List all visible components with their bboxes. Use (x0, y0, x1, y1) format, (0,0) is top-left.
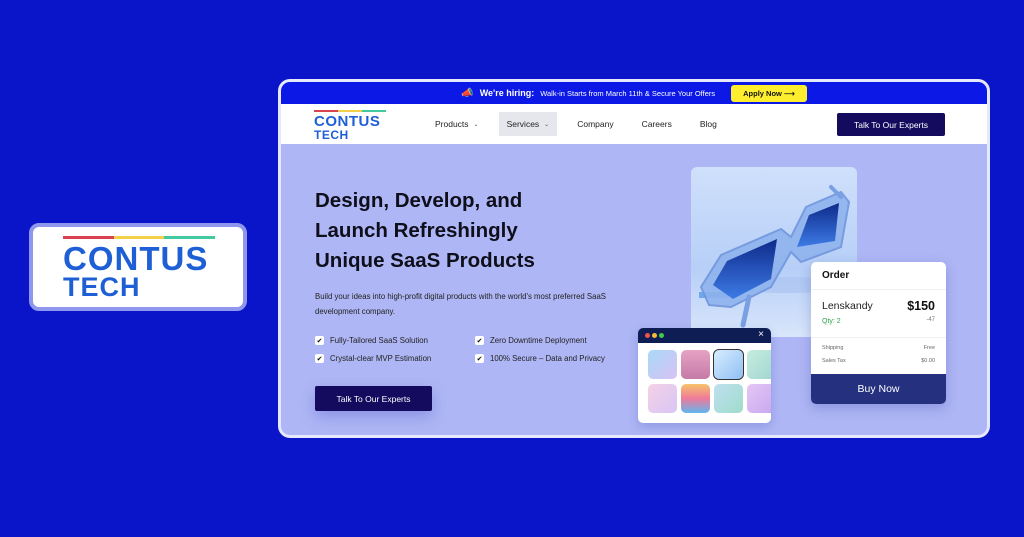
shipping-label: Shipping (822, 345, 844, 351)
logo-word-contus: CONTUS (63, 240, 209, 277)
nav-item-products[interactable]: Products ⌄ (427, 112, 487, 136)
window-titlebar: × (638, 328, 771, 343)
brand-logo-card: CONTUS TECH (29, 223, 247, 311)
close-icon[interactable]: × (758, 329, 764, 340)
checkmark-icon: ✔ (315, 354, 324, 363)
navbar: CONTUS TECH Products ⌄ Services ⌄ Compan… (281, 104, 987, 144)
feature-label: 100% Secure – Data and Privacy (490, 354, 605, 363)
nav-item-label: Company (577, 119, 614, 129)
nav-item-label: Blog (699, 119, 717, 129)
tax-row: Sales Tax $0.00 (822, 358, 935, 364)
buy-now-button[interactable]: Buy Now (811, 374, 946, 404)
feature-label: Fully-Tailored SaaS Solution (330, 336, 428, 345)
nav-item-company[interactable]: Company (569, 112, 621, 136)
nav-item-careers[interactable]: Careers (634, 112, 680, 136)
feature-item: ✔ Zero Downtime Deployment (475, 336, 635, 345)
logo-word-tech: TECH (314, 128, 349, 142)
nav-item-label: Services (506, 119, 540, 129)
logo-word-tech: TECH (63, 272, 141, 302)
nav-logo[interactable]: CONTUS TECH (314, 110, 386, 141)
window-minimize-dot[interactable] (652, 333, 657, 338)
feature-label: Crystal-clear MVP Estimation (330, 354, 432, 363)
order-title: Order (811, 262, 946, 290)
nav-talk-to-experts-button[interactable]: Talk To Our Experts (837, 113, 945, 136)
window-maximize-dot[interactable] (659, 333, 664, 338)
nav-item-services[interactable]: Services ⌄ (498, 112, 558, 136)
nav-item-label: Products (435, 119, 469, 129)
feature-item: ✔ 100% Secure – Data and Privacy (475, 354, 635, 363)
divider (811, 337, 946, 338)
website-preview-frame: 📣 We're hiring: Walk-in Starts from Marc… (278, 79, 990, 438)
tax-value: $0.00 (921, 358, 935, 364)
theme-tile-selected[interactable] (713, 349, 744, 380)
hero-talk-to-experts-button[interactable]: Talk To Our Experts (315, 386, 432, 411)
nav-item-label: Careers (641, 119, 672, 129)
order-card: Order Lenskandy $150 Qty: 2 -47 Shipping… (811, 262, 946, 404)
theme-tile[interactable] (648, 384, 677, 413)
window-close-dot[interactable] (645, 333, 650, 338)
checkmark-icon: ✔ (475, 336, 484, 345)
apply-now-button[interactable]: Apply Now ⟶ (731, 84, 807, 102)
order-quantity: Qty: 2 (822, 318, 841, 325)
feature-label: Zero Downtime Deployment (490, 336, 587, 345)
theme-tile[interactable] (747, 384, 771, 413)
theme-gallery-window: × (638, 328, 771, 423)
nav-item-blog[interactable]: Blog (692, 112, 725, 136)
announcement-bar: 📣 We're hiring: Walk-in Starts from Marc… (281, 82, 987, 104)
feature-list: ✔ Fully-Tailored SaaS Solution ✔ Zero Do… (315, 336, 635, 363)
tax-label: Sales Tax (822, 358, 846, 364)
hero-title: Design, Develop, and Launch Refreshingly… (315, 186, 535, 276)
shipping-row: Shipping Free (822, 345, 935, 351)
feature-item: ✔ Fully-Tailored SaaS Solution (315, 336, 475, 345)
hero-title-line: Launch Refreshingly (315, 219, 518, 242)
theme-tile[interactable] (747, 350, 771, 379)
shipping-value: Free (923, 345, 935, 351)
chevron-down-icon: ⌄ (544, 121, 550, 128)
hero-title-line: Design, Develop, and (315, 189, 523, 212)
chevron-down-icon: ⌄ (473, 121, 479, 128)
hero-subtitle: Build your ideas into high-profit digita… (315, 292, 606, 316)
checkmark-icon: ✔ (315, 336, 324, 345)
nav-menu: Products ⌄ Services ⌄ Company Careers Bl… (427, 112, 737, 136)
theme-tile[interactable] (648, 350, 677, 379)
order-discount: -47 (926, 317, 935, 323)
feature-item: ✔ Crystal-clear MVP Estimation (315, 354, 475, 363)
megaphone-icon: 📣 (461, 87, 474, 99)
announcement-label: We're hiring: (479, 88, 535, 98)
hero-title-line: Unique SaaS Products (315, 249, 535, 272)
order-price: $150 (907, 299, 935, 313)
theme-tile[interactable] (681, 350, 710, 379)
theme-tile[interactable] (714, 384, 743, 413)
logo-word-contus: CONTUS (314, 113, 381, 130)
logo-color-bars (63, 236, 216, 239)
announcement-text: Walk-in Starts from March 11th & Secure … (540, 88, 716, 98)
checkmark-icon: ✔ (475, 354, 484, 363)
theme-tile[interactable] (681, 384, 710, 413)
logo-color-bars (314, 110, 386, 112)
order-product-name: Lenskandy (822, 300, 873, 312)
theme-grid (648, 349, 771, 413)
